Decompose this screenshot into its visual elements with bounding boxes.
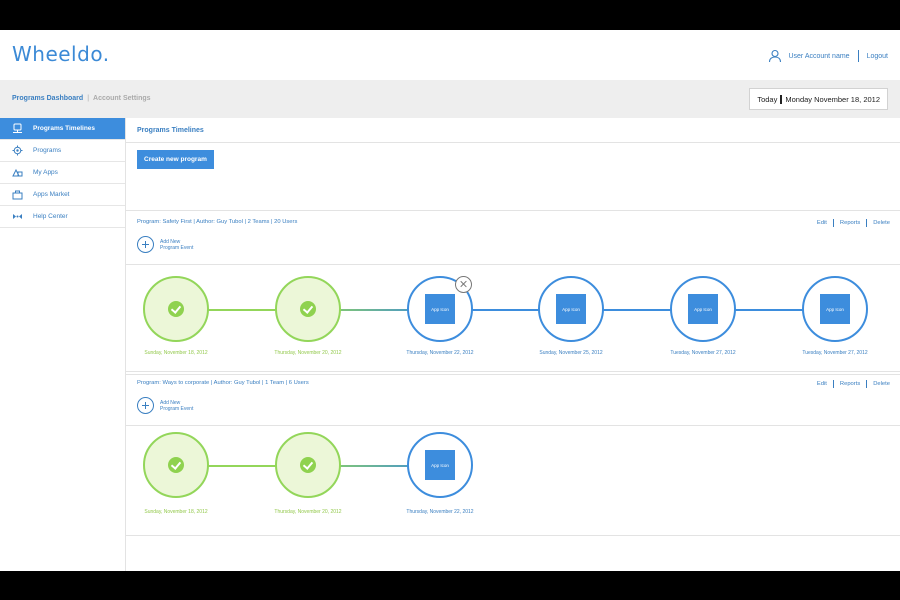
check-icon: [300, 301, 316, 317]
sidebar-item-label: Programs: [33, 147, 62, 154]
add-program-event[interactable]: Add New Program Event: [137, 236, 193, 253]
app-icon[interactable]: App Icon: [688, 294, 718, 324]
node-date: Tuesday, November 27, 2012: [802, 350, 868, 356]
node-date: Thursday, November 20, 2012: [274, 509, 342, 515]
timeline-node-completed[interactable]: [143, 432, 209, 498]
timeline-node-app[interactable]: App Icon: [538, 276, 604, 342]
check-icon: [300, 457, 316, 473]
main-content: Programs Timelines Create new program Pr…: [126, 118, 900, 571]
action-divider: [832, 380, 834, 388]
sidebar-item-apps-market[interactable]: Apps Market: [0, 184, 125, 206]
divider: [126, 142, 900, 143]
node-date: Thursday, November 22, 2012: [406, 509, 474, 515]
action-divider: [832, 219, 834, 227]
sidebar-item-label: Help Center: [33, 213, 68, 220]
reports-link[interactable]: Reports: [840, 381, 860, 387]
timeline-icon: [13, 123, 22, 133]
app-icon[interactable]: App Icon: [820, 294, 850, 324]
delete-link[interactable]: Delete: [873, 381, 890, 387]
add-program-event[interactable]: Add New Program Event: [137, 397, 193, 414]
breadcrumb-separator: |: [87, 95, 90, 102]
delete-link[interactable]: Delete: [873, 220, 890, 226]
sidebar-item-help-center[interactable]: Help Center: [0, 206, 125, 228]
breadcrumb: Programs Dashboard | Account Settings: [12, 95, 151, 102]
check-icon: [168, 301, 184, 317]
today-date-box: Today Monday November 18, 2012: [749, 88, 888, 110]
today-date: Monday November 18, 2012: [785, 94, 880, 104]
edit-link[interactable]: Edit: [817, 381, 827, 387]
breadcrumb-account-settings[interactable]: Account Settings: [93, 95, 151, 102]
gear-icon: [12, 145, 23, 156]
node-date: Thursday, November 20, 2012: [274, 350, 342, 356]
action-divider: [866, 219, 868, 227]
apps-icon: [12, 168, 23, 177]
program-header: Program: Ways to corporate | Author: Guy…: [126, 371, 900, 426]
logout-link[interactable]: Logout: [867, 53, 888, 60]
timeline-node-app[interactable]: App Icon: [802, 276, 868, 342]
sidebar-item-programs-timelines[interactable]: Programs Timelines: [0, 118, 125, 140]
sidebar-item-programs[interactable]: Programs: [0, 140, 125, 162]
timeline-node-app[interactable]: App Icon: [407, 432, 473, 498]
program-actions: Edit Reports Delete: [817, 219, 890, 227]
action-divider: [866, 380, 868, 388]
help-icon: [13, 214, 22, 219]
timeline-node-completed[interactable]: [275, 432, 341, 498]
close-icon[interactable]: [455, 276, 472, 293]
sidebar: Programs Timelines Programs My Apps Apps…: [0, 118, 126, 571]
today-label: Today: [757, 94, 778, 104]
wheeldo-logo[interactable]: Wheeldo.: [12, 42, 110, 66]
node-date: Thursday, November 22, 2012: [406, 350, 474, 356]
header-divider: [857, 50, 859, 62]
node-date: Sunday, November 18, 2012: [144, 509, 208, 515]
add-icon[interactable]: [137, 397, 154, 414]
reports-link[interactable]: Reports: [840, 220, 860, 226]
check-icon: [168, 457, 184, 473]
create-new-program-button[interactable]: Create new program: [137, 150, 214, 169]
program-actions: Edit Reports Delete: [817, 380, 890, 388]
add-event-line-2: Program Event: [160, 244, 194, 251]
program-timeline: App Icon App Icon App Icon App Icon Sund…: [126, 265, 900, 375]
timeline-node-completed[interactable]: [143, 276, 209, 342]
sidebar-item-my-apps[interactable]: My Apps: [0, 162, 125, 184]
app-icon[interactable]: App Icon: [556, 294, 586, 324]
app-icon[interactable]: App Icon: [425, 294, 455, 324]
program-header: Program: Safety First | Author: Guy Tubo…: [126, 210, 900, 265]
add-icon[interactable]: [137, 236, 154, 253]
program-info: Program: Safety First | Author: Guy Tubo…: [137, 219, 298, 225]
timeline-connector: [440, 309, 836, 311]
date-divider: [780, 94, 783, 104]
page-title: Programs Timelines: [137, 127, 204, 134]
add-event-text: Add New Program Event: [160, 400, 193, 412]
user-account-link[interactable]: User Account name: [788, 53, 849, 60]
edit-link[interactable]: Edit: [817, 220, 827, 226]
node-date: Tuesday, November 27, 2012: [670, 350, 736, 356]
user-icon[interactable]: [768, 49, 782, 63]
market-icon: [12, 190, 23, 200]
node-date: Sunday, November 25, 2012: [539, 350, 603, 356]
app-window: Wheeldo. User Account name Logout Progra…: [0, 30, 900, 571]
sidebar-item-label: Apps Market: [33, 191, 70, 198]
add-event-line-2: Program Event: [160, 405, 194, 412]
add-event-text: Add New Program Event: [160, 239, 193, 251]
timeline-node-completed[interactable]: [275, 276, 341, 342]
app-icon[interactable]: App Icon: [425, 450, 455, 480]
timeline-node-app[interactable]: App Icon: [670, 276, 736, 342]
breadcrumb-programs-dashboard[interactable]: Programs Dashboard: [12, 95, 83, 102]
program-timeline: App Icon Sunday, November 18, 2012 Thurs…: [126, 426, 900, 536]
program-info: Program: Ways to corporate | Author: Guy…: [137, 380, 309, 386]
top-header: Wheeldo. User Account name Logout: [0, 30, 900, 80]
sidebar-item-label: Programs Timelines: [33, 125, 96, 132]
user-area: User Account name Logout: [768, 49, 888, 63]
sidebar-item-label: My Apps: [33, 169, 58, 176]
breadcrumb-bar: Programs Dashboard | Account Settings Toda…: [0, 80, 900, 118]
node-date: Sunday, November 18, 2012: [144, 350, 208, 356]
